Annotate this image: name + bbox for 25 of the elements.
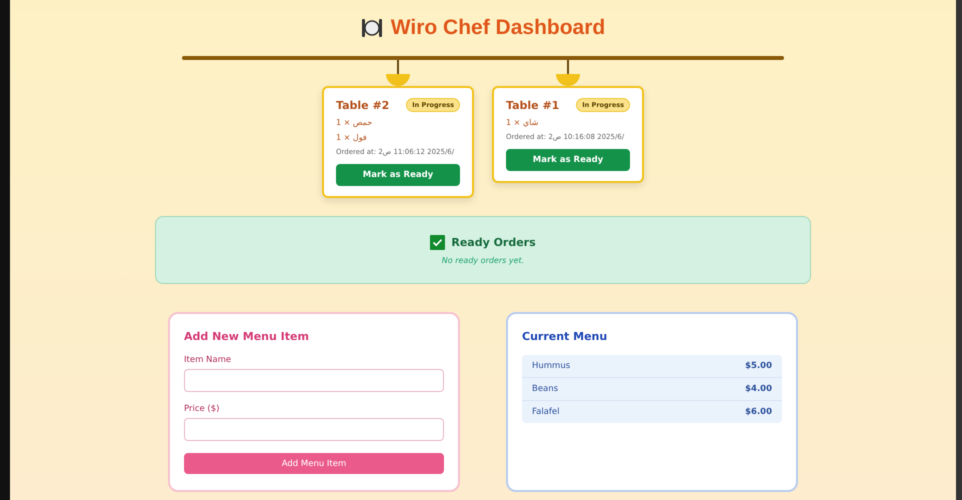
mark-ready-button[interactable]: Mark as Ready [336, 164, 460, 186]
menu-item-price: $4.00 [745, 384, 772, 394]
ready-title: Ready Orders [451, 236, 536, 249]
menu-title: Current Menu [522, 330, 608, 343]
add-item-button[interactable]: Add Menu Item [184, 453, 444, 474]
table-name: Table #1 [506, 98, 560, 112]
plate-icon [360, 17, 383, 39]
menu-item-name: Beans [532, 384, 558, 394]
check-icon [430, 235, 446, 250]
add-item-title: Add New Menu Item [184, 330, 310, 343]
input-field[interactable] [184, 369, 444, 392]
empty-message: No ready orders yet. [442, 256, 524, 265]
order-item: شاي × 1 [506, 118, 540, 127]
field-label: Price ($) [184, 404, 220, 414]
menu-item-name: Hummus [532, 361, 570, 371]
dashboard-title: Wiro Chef Dashboard [390, 16, 606, 40]
menu-item-price: $6.00 [745, 407, 772, 417]
input-field[interactable] [184, 418, 444, 441]
menu-item-name: Falafel [532, 407, 560, 417]
order-item: فول × 1 [336, 133, 368, 142]
field-label: Item Name [184, 355, 232, 365]
order-item: حمص × 1 [336, 118, 374, 127]
mark-ready-button[interactable]: Mark as Ready [506, 149, 630, 171]
table-name: Table #2 [336, 98, 390, 112]
menu-item-price: $5.00 [745, 361, 772, 371]
